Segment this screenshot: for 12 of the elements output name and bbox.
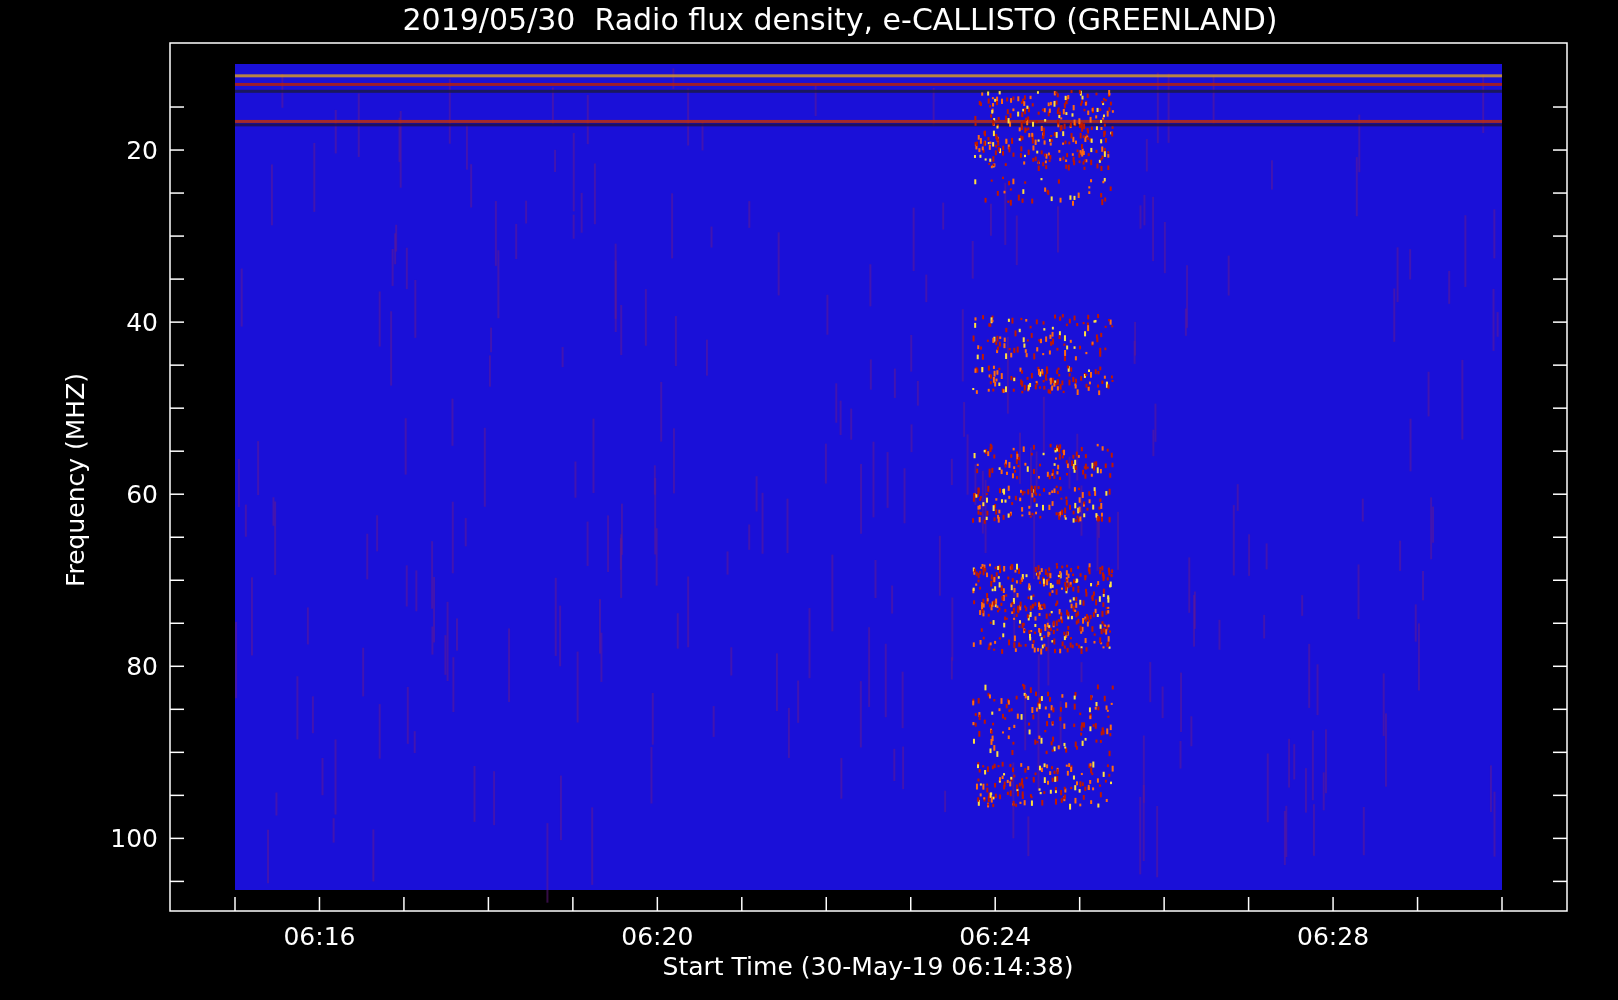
y-tick-label: 100 xyxy=(110,824,158,854)
y-tick-label: 40 xyxy=(126,308,158,338)
x-tick-label: 06:24 xyxy=(959,922,1032,951)
chart-title: 2019/05/30 Radio flux density, e-CALLISTO (GREENLAND) xyxy=(402,2,1278,37)
y-tick-label: 80 xyxy=(126,652,158,682)
x-axis-title: Start Time (30-May-19 06:14:38) xyxy=(662,952,1074,981)
x-tick-label: 06:28 xyxy=(1297,922,1370,951)
x-tick-label: 06:16 xyxy=(283,922,356,951)
y-axis-title: Frequency (MHZ) xyxy=(61,372,90,588)
x-tick-label: 06:20 xyxy=(621,922,694,951)
y-tick-label: 20 xyxy=(126,136,158,166)
y-tick-label: 60 xyxy=(126,480,158,510)
